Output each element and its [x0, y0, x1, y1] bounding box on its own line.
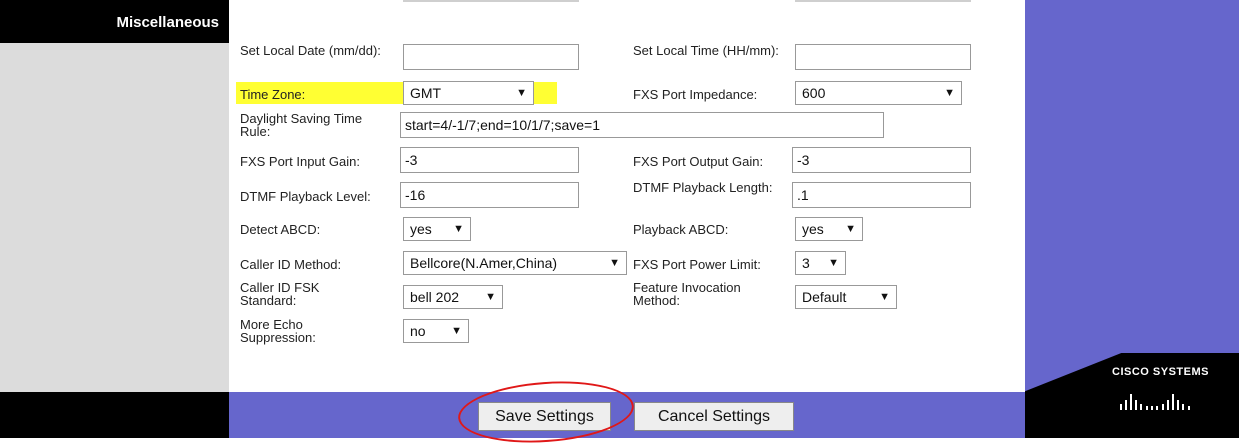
set-local-time-label: Set Local Time (HH/mm): — [633, 43, 779, 58]
cancel-settings-button[interactable]: Cancel Settings — [634, 402, 794, 431]
more-echo-suppression-value: no — [410, 323, 426, 339]
fxs-power-limit-select[interactable]: 3 ▼ — [795, 251, 846, 275]
caller-id-fsk-select[interactable]: bell 202 ▼ — [403, 285, 503, 309]
more-echo-suppression-label: More Echo Suppression: — [240, 317, 316, 345]
set-local-time-input[interactable] — [795, 44, 971, 70]
more-echo-suppression-select[interactable]: no ▼ — [403, 319, 469, 343]
set-local-date-input[interactable] — [403, 44, 579, 70]
dtmf-playback-level-label: DTMF Playback Level: — [240, 189, 371, 204]
dropdown-arrow-icon: ▼ — [609, 257, 620, 269]
caller-id-fsk-value: bell 202 — [410, 289, 460, 305]
set-local-date-label: Set Local Date (mm/dd): — [240, 43, 381, 58]
left-panel — [0, 0, 229, 392]
fxs-output-gain-input[interactable]: -3 — [792, 147, 971, 173]
detect-abcd-value: yes — [410, 221, 432, 237]
time-zone-value: GMT — [410, 85, 442, 101]
dropdown-arrow-icon: ▼ — [845, 223, 856, 235]
fxs-input-gain-input[interactable]: -3 — [400, 147, 579, 173]
dropdown-arrow-icon: ▼ — [944, 87, 955, 99]
section-title: Miscellaneous — [116, 14, 219, 31]
fxs-power-limit-value: 3 — [802, 255, 810, 271]
feature-invocation-select[interactable]: Default ▼ — [795, 285, 897, 309]
caller-id-method-label: Caller ID Method: — [240, 257, 342, 272]
dropdown-arrow-icon: ▼ — [516, 87, 527, 99]
caller-id-fsk-label: Caller ID FSK Standard: — [240, 280, 320, 308]
cisco-logo-icon — [1120, 394, 1190, 410]
detect-abcd-label: Detect ABCD: — [240, 222, 321, 237]
dtmf-playback-length-input[interactable]: .1 — [792, 182, 971, 208]
caller-id-method-value: Bellcore(N.Amer,China) — [410, 255, 558, 271]
playback-abcd-value: yes — [802, 221, 824, 237]
caller-id-method-select[interactable]: Bellcore(N.Amer,China) ▼ — [403, 251, 627, 275]
fxs-output-gain-label: FXS Port Output Gain: — [633, 154, 764, 169]
feature-invocation-label: Feature Invocation Method: — [633, 280, 741, 308]
time-zone-label: Time Zone: — [240, 87, 306, 102]
dropdown-arrow-icon: ▼ — [879, 291, 890, 303]
fxs-input-gain-label: FXS Port Input Gain: — [240, 154, 360, 169]
playback-abcd-label: Playback ABCD: — [633, 222, 729, 237]
fxs-port-impedance-value: 600 — [802, 85, 826, 101]
fxs-port-impedance-label: FXS Port Impedance: — [633, 87, 758, 102]
save-settings-button[interactable]: Save Settings — [478, 402, 611, 431]
dropdown-arrow-icon: ▼ — [453, 223, 464, 235]
feature-invocation-value: Default — [802, 289, 847, 305]
daylight-saving-label: Daylight Saving Time Rule: — [240, 111, 363, 139]
left-footer — [0, 392, 229, 438]
right-panel — [1025, 0, 1239, 392]
dtmf-playback-level-input[interactable]: -16 — [400, 182, 579, 208]
dtmf-playback-length-label: DTMF Playback Length: — [633, 180, 773, 195]
action-bar — [229, 392, 1025, 438]
playback-abcd-select[interactable]: yes ▼ — [795, 217, 863, 241]
brand-logo-text: Cisco Systems — [1112, 366, 1209, 378]
dropdown-arrow-icon: ▼ — [451, 325, 462, 337]
previous-field-stub — [795, 0, 971, 2]
dropdown-arrow-icon: ▼ — [828, 257, 839, 269]
detect-abcd-select[interactable]: yes ▼ — [403, 217, 471, 241]
time-zone-select[interactable]: GMT ▼ — [403, 81, 534, 105]
fxs-port-impedance-select[interactable]: 600 ▼ — [795, 81, 962, 105]
fxs-power-limit-label: FXS Port Power Limit: — [633, 257, 761, 272]
section-header: Miscellaneous — [0, 0, 229, 43]
previous-field-stub — [403, 0, 579, 2]
daylight-saving-input[interactable]: start=4/-1/7;end=10/1/7;save=1 — [400, 112, 884, 138]
dropdown-arrow-icon: ▼ — [485, 291, 496, 303]
